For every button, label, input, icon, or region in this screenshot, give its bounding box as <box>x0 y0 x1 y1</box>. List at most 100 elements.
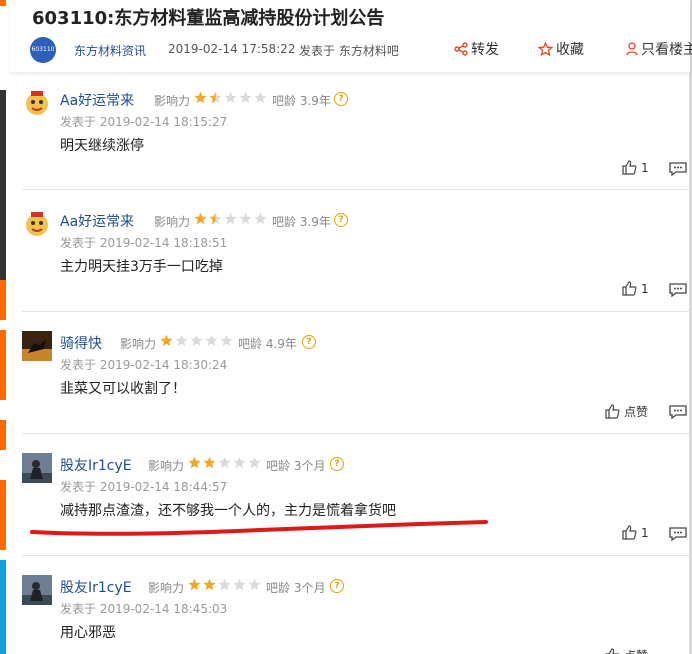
reply-icon[interactable] <box>669 162 687 176</box>
favorite-label: 收藏 <box>556 42 584 58</box>
star-icon-filled <box>194 212 207 225</box>
reply-icon[interactable] <box>669 405 687 419</box>
star-icon-empty <box>239 91 252 104</box>
star-icon-empty <box>224 91 237 104</box>
like-count: 1 <box>641 161 649 175</box>
help-icon[interactable]: ? <box>334 213 348 227</box>
star-icon-empty <box>190 334 203 347</box>
like-button[interactable]: 1 <box>622 281 649 296</box>
star-icon-filled <box>194 91 207 104</box>
user-icon <box>626 42 638 56</box>
bar-age-label: 吧龄 3.9年 <box>272 92 331 109</box>
posted-in-link[interactable]: 发表于 东方材料吧 <box>299 42 399 59</box>
influence-label: 影响力 <box>154 215 191 229</box>
comment-text: 主力明天挂3万手一口吃掉 <box>60 259 223 275</box>
like-button[interactable]: 1 <box>622 525 649 540</box>
username-link[interactable]: 股友Ir1cyE <box>60 455 132 475</box>
like-count: 点赞 <box>624 405 649 419</box>
source-name-link[interactable]: 东方材料资讯 <box>74 42 146 59</box>
like-button[interactable]: 点赞 <box>605 403 648 420</box>
post-time: 发表于 2019-02-14 18:15:27 <box>60 115 228 129</box>
bar-age-title: 吧龄 <box>266 581 291 595</box>
thumbs-up-icon <box>605 648 620 654</box>
star-icon-filled <box>203 456 216 469</box>
bar-age-value: 3.9年 <box>299 215 331 229</box>
username-link[interactable]: 骑得快 <box>60 333 102 353</box>
star-icon-empty <box>254 212 267 225</box>
bar-age-title: 吧龄 <box>266 459 291 473</box>
divider <box>22 555 692 556</box>
like-count: 点赞 <box>624 649 648 654</box>
article-date: 2019-02-14 17:58:22 <box>168 42 296 56</box>
thumbs-up-icon <box>622 160 637 175</box>
comment-text: 韭菜又可以收割了！ <box>60 381 186 397</box>
bar-age-title: 吧龄 <box>238 337 263 351</box>
influence-stars <box>194 212 267 225</box>
star-icon-empty <box>218 578 231 591</box>
star-icon-filled <box>203 578 216 591</box>
bar-age-title: 吧龄 <box>272 215 297 229</box>
help-icon[interactable]: ? <box>334 92 348 106</box>
comment-item: 骑得快 影响力 吧龄 4.9年 ? 发表于 2019-02-14 18:30:2… <box>22 331 692 431</box>
bar-age-label: 吧龄 4.9年 <box>238 335 297 352</box>
bar-age-title: 吧龄 <box>272 94 297 108</box>
influence-label: 影响力 <box>148 459 185 473</box>
help-icon[interactable]: ? <box>330 457 344 471</box>
comment-text: 明天继续涨停 <box>60 138 144 154</box>
help-icon[interactable]: ? <box>302 335 316 349</box>
bar-age-value: 4.9年 <box>265 337 297 351</box>
star-icon-empty <box>220 334 233 347</box>
red-annotation-underline <box>30 520 488 536</box>
bar-age-value: 3.9年 <box>299 94 331 108</box>
divider <box>22 189 692 190</box>
divider <box>22 433 692 434</box>
post-time: 发表于 2019-02-14 18:30:24 <box>60 358 228 372</box>
like-count: 1 <box>641 526 649 540</box>
share-button[interactable]: 转发 <box>454 39 499 59</box>
influence-stars <box>188 578 261 591</box>
bar-age-value: 3个月 <box>293 581 326 595</box>
help-icon[interactable]: ? <box>330 579 344 593</box>
post-time: 发表于 2019-02-14 18:45:03 <box>60 602 228 616</box>
username-link[interactable]: Aa好运常来 <box>60 90 134 110</box>
reply-icon[interactable] <box>669 527 687 541</box>
post-time: 发表于 2019-02-14 18:18:51 <box>60 236 228 250</box>
username-link[interactable]: Aa好运常来 <box>60 211 134 231</box>
influence-label: 影响力 <box>154 94 191 108</box>
like-button[interactable]: 1 <box>622 160 649 175</box>
favorite-button[interactable]: 收藏 <box>537 39 584 59</box>
bar-age-label: 吧龄 3个月 <box>266 579 325 596</box>
like-count: 1 <box>641 282 649 296</box>
author-only-label: 只看楼主 <box>641 42 692 58</box>
comment-text: 用心邪恶 <box>60 625 116 641</box>
thumbs-up-icon <box>622 281 637 296</box>
avatar[interactable] <box>22 453 52 483</box>
star-icon-empty <box>248 578 261 591</box>
influence-stars <box>188 456 261 469</box>
star-icon-empty <box>175 334 188 347</box>
source-logo[interactable]: 603110 <box>30 37 56 63</box>
post-time: 发表于 2019-02-14 18:44:57 <box>60 480 228 494</box>
page: 603110:东方材料董监高减持股份计划公告 603110 东方材料资讯 201… <box>0 0 692 654</box>
influence-label: 影响力 <box>120 337 157 351</box>
influence-label: 影响力 <box>148 581 185 595</box>
reply-icon[interactable] <box>669 283 687 297</box>
share-label: 转发 <box>471 42 499 58</box>
like-button[interactable]: 点赞 <box>605 647 648 654</box>
article-header: 603110:东方材料董监高减持股份计划公告 603110 东方材料资讯 201… <box>10 0 692 72</box>
star-icon-empty <box>218 456 231 469</box>
username-link[interactable]: 股友Ir1cyE <box>60 577 132 597</box>
influence-stars <box>194 91 267 104</box>
avatar[interactable] <box>22 209 52 239</box>
avatar[interactable] <box>22 88 52 118</box>
comment-item: 股友Ir1cyE 影响力 吧龄 3个月 ? 发表于 2019-02-14 18:… <box>22 575 692 654</box>
comment-item: Aa好运常来 影响力 吧龄 3.9年 ? 发表于 2019-02-14 18:1… <box>22 88 692 188</box>
avatar[interactable] <box>22 575 52 605</box>
thumbs-up-icon <box>622 525 637 540</box>
star-icon <box>537 41 554 57</box>
author-only-button[interactable]: 只看楼主 <box>626 39 692 59</box>
avatar[interactable] <box>22 331 52 361</box>
comment-item: Aa好运常来 影响力 吧龄 3.9年 ? 发表于 2019-02-14 18:1… <box>22 209 692 309</box>
star-icon-empty <box>248 456 261 469</box>
divider <box>22 311 692 312</box>
